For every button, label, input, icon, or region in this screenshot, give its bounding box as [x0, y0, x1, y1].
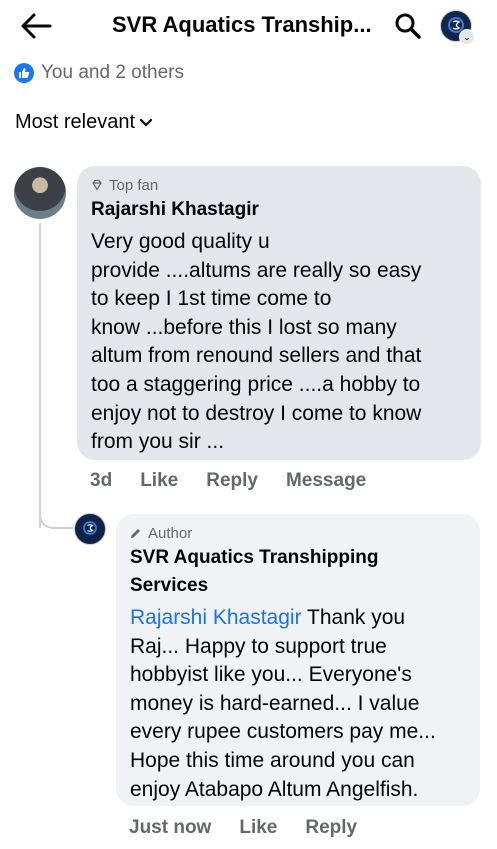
comment-line: enjoy not to destroy I come to know [91, 401, 422, 425]
comment-line: provide ....altums are really so easy [91, 258, 422, 282]
reply-timestamp: Just now [129, 817, 212, 838]
reply-line: every rupee customers pay me... [130, 720, 436, 744]
like-button[interactable]: Like [239, 817, 277, 839]
comment-actions: 3d Like Reply Message [90, 470, 394, 492]
comment-line: Very good quality u [91, 230, 270, 253]
reply-author-line: Services [130, 575, 209, 596]
thread-connector [39, 505, 73, 529]
comment-line: to keep I 1st time come to [91, 287, 332, 311]
reply-first-line: Rajarshi Khastagir Thank you [130, 604, 466, 633]
comment-author[interactable]: Rajarshi Khastagir [91, 196, 467, 224]
like-button[interactable]: Like [140, 470, 178, 492]
page-avatar[interactable]: ⌄ [440, 10, 475, 45]
reply-author-line: SVR Aquatics Transhipping [130, 547, 379, 568]
comment-line: from you sir ... [91, 430, 225, 454]
reply-line: Hope this time around you can [130, 748, 415, 772]
comment-text: Very good quality u provide ....altums a… [91, 228, 467, 457]
back-arrow-icon[interactable] [20, 12, 52, 40]
page-logo-icon [83, 521, 97, 535]
search-icon[interactable] [394, 12, 422, 40]
commenter-avatar[interactable] [14, 167, 66, 219]
sort-label: Most relevant [15, 111, 136, 133]
comment-line: know ...before this I lost so many [91, 315, 397, 339]
reply-line: Raj... Happy to support true [130, 634, 387, 658]
comment-line: altum from renound sellers and that [91, 344, 422, 368]
chevron-down-icon [139, 115, 153, 131]
top-bar: SVR Aquatics Tranship... ⌄ [0, 0, 497, 52]
reply-text: Rajarshi Khastagir Thank you Raj... Happ… [130, 604, 466, 804]
reply-bubble: Author SVR Aquatics Transhipping Service… [116, 514, 480, 806]
pencil-icon [131, 529, 140, 538]
reply-line-rest: Thank you [301, 606, 406, 629]
reply-line: hobbyist like you... Everyone's [130, 663, 412, 687]
page-title: SVR Aquatics Tranship... [112, 12, 372, 37]
comment-line: too a staggering price ....a hobby to [91, 372, 421, 396]
badge-label: Top fan [109, 176, 159, 194]
reply-author[interactable]: SVR Aquatics Transhipping Services [130, 544, 466, 600]
mention-link[interactable]: Rajarshi Khastagir [130, 606, 302, 629]
badge-label: Author [148, 524, 193, 542]
reply-button[interactable]: Reply [305, 817, 357, 839]
sort-dropdown[interactable]: Most relevant [15, 111, 153, 134]
reply-line: enjoy Atabapo Altum Angelfish. [130, 777, 419, 801]
diamond-icon [92, 179, 102, 191]
thread-line [39, 223, 41, 528]
chevron-down-icon[interactable]: ⌄ [459, 29, 475, 45]
reply-line: money is hard-earned... I value [130, 691, 420, 715]
author-badge: Author [130, 524, 466, 542]
reply-button[interactable]: Reply [206, 470, 258, 492]
reaction-summary-text: You and 2 others [41, 62, 184, 83]
comment-timestamp: 3d [90, 470, 113, 491]
message-button[interactable]: Message [286, 470, 366, 492]
top-fan-badge: Top fan [91, 176, 467, 194]
like-reaction-icon [14, 63, 34, 83]
reaction-summary[interactable]: You and 2 others [14, 61, 184, 85]
author-avatar[interactable] [74, 513, 106, 545]
reply-actions: Just now Like Reply [129, 817, 385, 839]
comment-bubble: Top fan Rajarshi Khastagir Very good qua… [77, 166, 481, 460]
